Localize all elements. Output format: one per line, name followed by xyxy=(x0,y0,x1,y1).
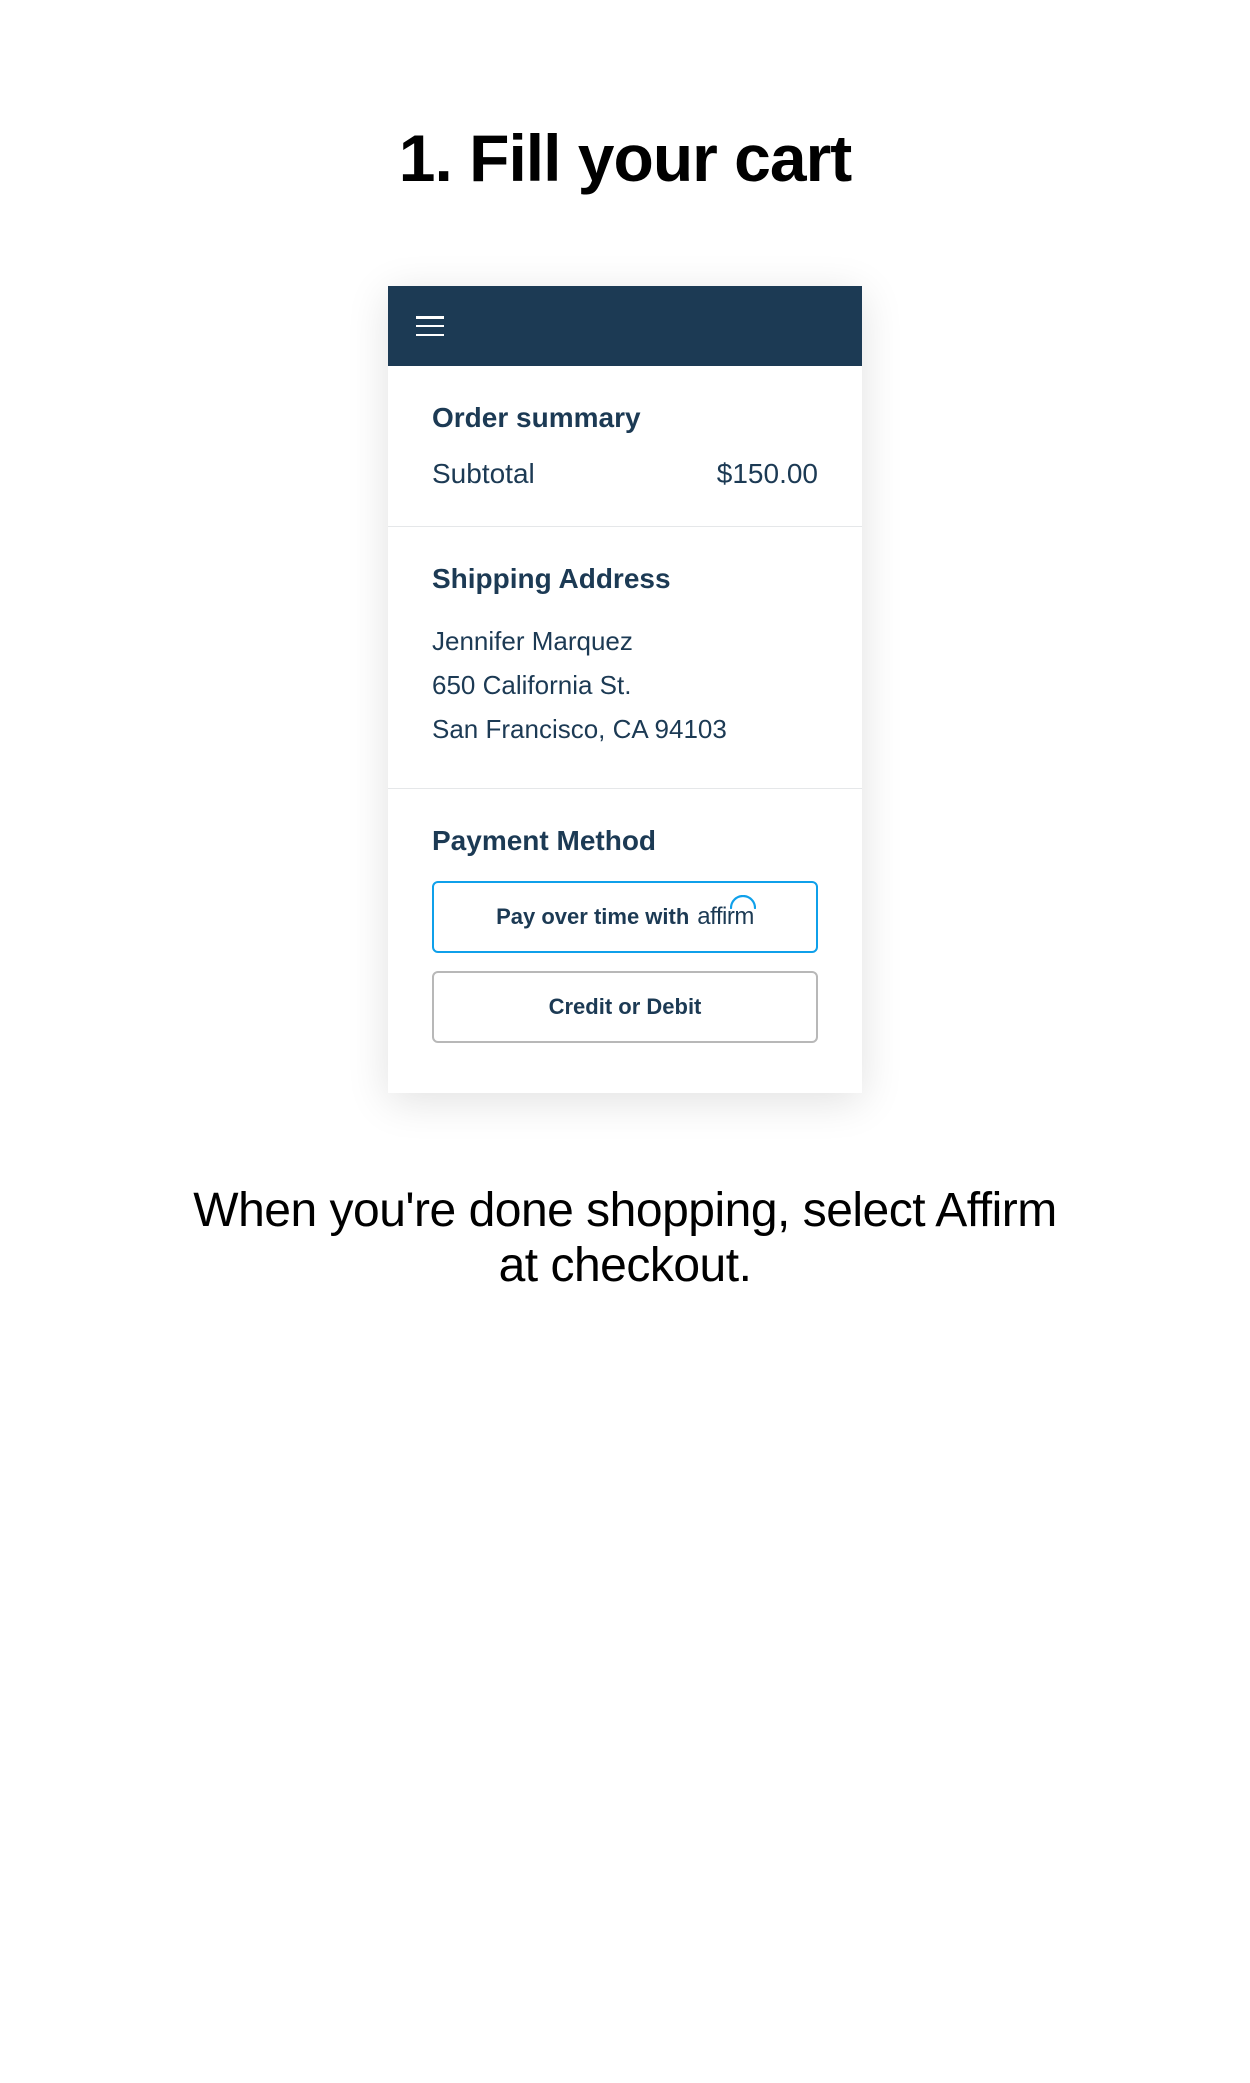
payment-method-title: Payment Method xyxy=(432,825,818,857)
subtotal-value: $150.00 xyxy=(717,458,818,490)
shipping-name: Jennifer Marquez xyxy=(432,619,818,663)
shipping-address-title: Shipping Address xyxy=(432,563,818,595)
affirm-logo-icon: affirm xyxy=(697,903,754,931)
affirm-button-label: Pay over time with xyxy=(496,904,689,930)
mockup-header xyxy=(388,286,862,366)
credit-or-debit-button[interactable]: Credit or Debit xyxy=(432,971,818,1043)
step-title: 1. Fill your cart xyxy=(399,120,851,196)
shipping-address-section: Shipping Address Jennifer Marquez 650 Ca… xyxy=(388,527,862,789)
order-summary-section: Order summary Subtotal $150.00 xyxy=(388,366,862,527)
credit-button-label: Credit or Debit xyxy=(549,994,702,1020)
subtotal-row: Subtotal $150.00 xyxy=(432,458,818,490)
payment-method-section: Payment Method Pay over time with affirm… xyxy=(388,789,862,1093)
subtotal-label: Subtotal xyxy=(432,458,535,490)
hamburger-menu-icon[interactable] xyxy=(416,316,444,336)
shipping-city-state-zip: San Francisco, CA 94103 xyxy=(432,707,818,751)
step-description: When you're done shopping, select Affirm… xyxy=(175,1183,1075,1293)
checkout-mockup: Order summary Subtotal $150.00 Shipping … xyxy=(388,286,862,1093)
pay-with-affirm-button[interactable]: Pay over time with affirm xyxy=(432,881,818,953)
order-summary-title: Order summary xyxy=(432,402,818,434)
shipping-street: 650 California St. xyxy=(432,663,818,707)
